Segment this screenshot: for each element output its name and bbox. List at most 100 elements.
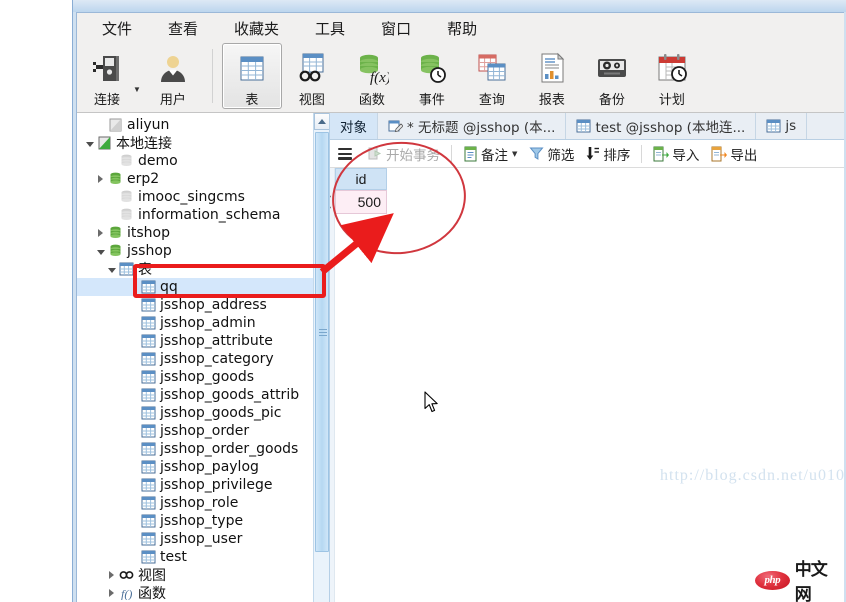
php-badge: php (755, 571, 790, 590)
grid-column-header-id[interactable]: id (335, 168, 387, 190)
tree-expander-none (127, 350, 140, 368)
sort-button[interactable]: 排序 (581, 143, 635, 165)
begin-transaction-button[interactable]: 开始事务 (363, 143, 445, 165)
toolbar-event-button[interactable]: 事件 (402, 43, 462, 109)
tree-item-jsshop_address[interactable]: jsshop_address (77, 296, 329, 314)
chevron-down-icon[interactable]: ▼ (133, 63, 141, 94)
tab-1[interactable]: * 无标题 @jsshop (本... (378, 113, 566, 139)
menu-view[interactable]: 查看 (155, 15, 211, 42)
grid-row-gutter (330, 168, 335, 602)
import-icon (653, 146, 669, 162)
tree-expander-none (105, 188, 118, 206)
scrollbar-grip (319, 329, 327, 336)
tab-label: 对象 (340, 116, 367, 136)
grid-cell-id-0[interactable]: 500 (335, 190, 387, 214)
toolbar-schedule-button[interactable]: 计划 (642, 43, 702, 109)
view-icon (295, 48, 329, 88)
tree-item-jsshop_role[interactable]: jsshop_role (77, 494, 329, 512)
tree-item-jsshop_user[interactable]: jsshop_user (77, 530, 329, 548)
tree-expander-collapsed-icon[interactable] (94, 170, 107, 188)
menu-window[interactable]: 窗口 (368, 15, 424, 42)
db-gray-icon (118, 188, 135, 206)
toolbar-group-objects: 表 (222, 43, 702, 113)
tree-item-jsshop_type[interactable]: jsshop_type (77, 512, 329, 530)
toolbar-backup-button[interactable]: 备份 (582, 43, 642, 109)
toolbar-user-button[interactable]: 用户 (143, 43, 203, 109)
menu-tools[interactable]: 工具 (302, 15, 358, 42)
db-green-icon (107, 224, 124, 242)
window-titlebar[interactable] (73, 0, 846, 12)
tree-item-qq[interactable]: qq (77, 278, 329, 296)
tree-item-jsshop_goods_attrib[interactable]: jsshop_goods_attrib (77, 386, 329, 404)
toolbar-function-label: 函数 (359, 89, 385, 108)
tree-item-jsshop_goods[interactable]: jsshop_goods (77, 368, 329, 386)
tab-3[interactable]: js (756, 113, 807, 139)
tree-expander-expanded-icon[interactable] (83, 134, 96, 152)
tree-item-jsshop_paylog[interactable]: jsshop_paylog (77, 458, 329, 476)
tree-item-jsshop_order_goods[interactable]: jsshop_order_goods (77, 440, 329, 458)
filter-button[interactable]: 筛选 (524, 143, 579, 165)
toolbar-view-button[interactable]: 视图 (282, 43, 342, 109)
tree-item-information_schema[interactable]: information_schema (77, 206, 329, 224)
tree-expander-collapsed-icon[interactable] (105, 584, 118, 602)
tree-item-jsshop_privilege[interactable]: jsshop_privilege (77, 476, 329, 494)
sort-icon (586, 146, 600, 161)
tree-item-jsshop_admin[interactable]: jsshop_admin (77, 314, 329, 332)
tree-item-表[interactable]: 表 (77, 260, 329, 278)
tree-item-imooc_singcms[interactable]: imooc_singcms (77, 188, 329, 206)
tree-expander-expanded-icon[interactable] (94, 242, 107, 260)
tree-item-erp2[interactable]: erp2 (77, 170, 329, 188)
tree-scrollbar[interactable] (313, 113, 330, 602)
tree-item-test[interactable]: test (77, 548, 329, 566)
table-icon (140, 296, 157, 314)
function-icon: f(x) (355, 48, 389, 88)
tree-item-本地连接[interactable]: 本地连接 (77, 134, 329, 152)
tab-objects[interactable]: 对象 (330, 113, 378, 139)
tree-item-函数[interactable]: f()函数 (77, 584, 329, 602)
toolbar-query-button[interactable]: 查询 (462, 43, 522, 109)
scroll-up-button[interactable] (314, 113, 330, 130)
tree-item-label: imooc_singcms (138, 189, 245, 205)
tree-expander-collapsed-icon[interactable] (94, 224, 107, 242)
toolbar-function-button[interactable]: f(x) 函数 (342, 43, 402, 109)
tree-item-label: test (160, 549, 187, 565)
toolbar-report-button[interactable]: 报表 (522, 43, 582, 109)
desktop-background (0, 0, 72, 602)
menu-help[interactable]: 帮助 (434, 15, 490, 42)
tree-item-aliyun[interactable]: aliyun (77, 116, 329, 134)
table-icon (140, 512, 157, 530)
menu-file[interactable]: 文件 (89, 15, 145, 42)
tree-item-jsshop_category[interactable]: jsshop_category (77, 350, 329, 368)
tree-item-jsshop[interactable]: jsshop (77, 242, 329, 260)
scrollbar-thumb[interactable] (315, 132, 329, 552)
object-tree: aliyun 本地连接 demo erp2 (77, 113, 329, 602)
tab-2[interactable]: test @jsshop (本地连... (566, 113, 756, 139)
chevron-down-icon[interactable]: ▼ (512, 150, 517, 158)
tree-item-jsshop_attribute[interactable]: jsshop_attribute (77, 332, 329, 350)
query-icon (475, 48, 509, 88)
tree-item-jsshop_order[interactable]: jsshop_order (77, 422, 329, 440)
tree-item-视图[interactable]: 视图 (77, 566, 329, 584)
tree-item-label: jsshop_category (160, 351, 274, 367)
menu-favorites[interactable]: 收藏夹 (221, 15, 292, 42)
php-logo-text: 中文网 (795, 555, 841, 602)
grid-toolbar: 开始事务 (330, 140, 844, 168)
hamburger-icon[interactable] (338, 148, 352, 159)
tab-label: js (785, 118, 796, 134)
toolbar-table-label: 表 (245, 89, 258, 108)
tree-expander-collapsed-icon[interactable] (105, 566, 118, 584)
tree-expander-none (127, 296, 140, 314)
data-grid[interactable]: id 500 http://blog.csdn.net (330, 168, 844, 602)
toolbar-table-button[interactable]: 表 (222, 43, 282, 109)
tree-item-demo[interactable]: demo (77, 152, 329, 170)
toolbar-connection-button[interactable]: 连接 (77, 43, 137, 109)
tree-item-itshop[interactable]: itshop (77, 224, 329, 242)
note-button[interactable]: 备注 ▼ (458, 143, 522, 165)
tree-item-label: aliyun (127, 117, 169, 133)
export-button[interactable]: 导出 (706, 143, 762, 165)
import-button[interactable]: 导入 (648, 143, 704, 165)
event-icon (415, 48, 449, 88)
tree-expander-expanded-icon[interactable] (105, 260, 118, 278)
tree-item-jsshop_goods_pic[interactable]: jsshop_goods_pic (77, 404, 329, 422)
query-editor-icon (388, 119, 403, 133)
